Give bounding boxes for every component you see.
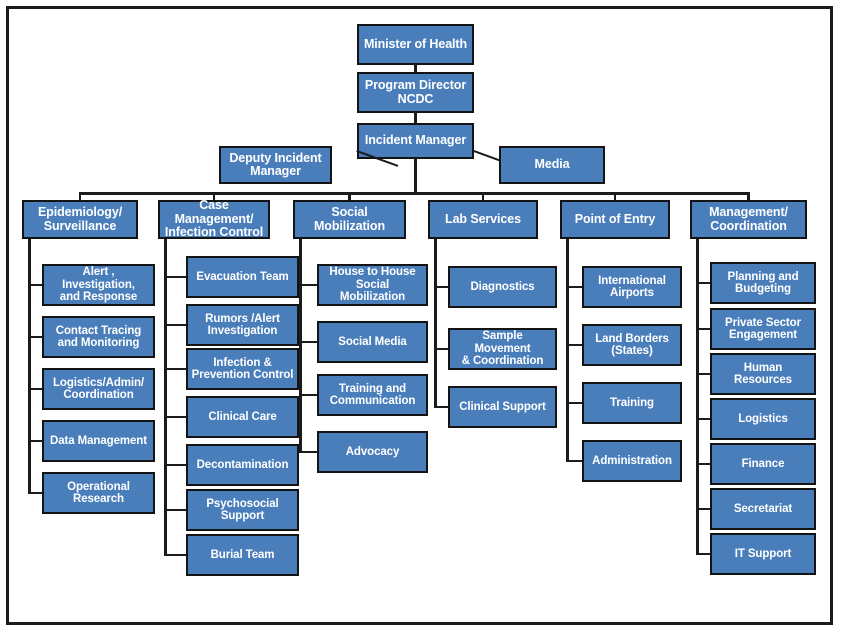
connector-point-of-entry-child-0	[566, 285, 582, 289]
connector-social-mobilization-child-2	[299, 393, 317, 397]
node-department-case-management-infection-control: Case Management/ Infection Control	[158, 199, 270, 239]
node-minister-of-health: Minister of Health	[357, 24, 474, 65]
connector-department-bus	[80, 192, 749, 195]
node-case-management-infection-control-child-6: Burial Team	[186, 534, 299, 576]
connector-bus-to-point-of-entry	[613, 192, 617, 200]
spine-management-coordination	[696, 239, 699, 554]
connector-epidemiology-surveillance-child-2	[28, 387, 42, 391]
connector-case-management-infection-control-child-1	[164, 323, 186, 327]
node-management-coordination-child-5: Secretariat	[710, 488, 816, 530]
node-epidemiology-surveillance-child-1: Contact Tracing and Monitoring	[42, 316, 155, 358]
connector-point-of-entry-child-1	[566, 343, 582, 347]
connector-epidemiology-surveillance-child-3	[28, 439, 42, 443]
node-management-coordination-child-1: Private Sector Engagement	[710, 308, 816, 350]
connector-case-management-infection-control-child-0	[164, 275, 186, 279]
connector-case-management-infection-control-child-3	[164, 415, 186, 419]
node-management-coordination-child-6: IT Support	[710, 533, 816, 575]
connector-case-management-infection-control-child-2	[164, 367, 186, 371]
connector-epidemiology-surveillance-child-4	[28, 491, 42, 495]
connector-bus-to-management-coordination	[747, 192, 750, 200]
connector-bus-to-social-mobilization	[348, 192, 351, 200]
connector-lab-services-child-2	[434, 405, 448, 409]
node-epidemiology-surveillance-child-4: Operational Research	[42, 472, 155, 514]
connector-point-of-entry-child-2	[566, 401, 582, 405]
connector-social-mobilization-child-3	[299, 450, 317, 454]
node-management-coordination-child-2: Human Resources	[710, 353, 816, 395]
node-management-coordination-child-4: Finance	[710, 443, 816, 485]
connector-management-coordination-child-4	[696, 462, 710, 466]
node-department-management-coordination: Management/ Coordination	[690, 200, 807, 239]
node-social-mobilization-child-0: House to House Social Mobilization	[317, 264, 428, 306]
node-lab-services-child-0: Diagnostics	[448, 266, 557, 308]
node-lab-services-child-2: Clinical Support	[448, 386, 557, 428]
connector-lab-services-child-1	[434, 347, 448, 351]
node-case-management-infection-control-child-4: Decontamination	[186, 444, 299, 486]
node-point-of-entry-child-2: Training	[582, 382, 682, 424]
node-management-coordination-child-3: Logistics	[710, 398, 816, 440]
node-case-management-infection-control-child-5: Psychosocial Support	[186, 489, 299, 531]
org-chart-figure: Minister of Health Program Director NCDC…	[0, 0, 841, 633]
connector-management-coordination-child-5	[696, 507, 710, 511]
connector-social-mobilization-child-0	[299, 283, 317, 287]
connector-management-coordination-child-2	[696, 372, 710, 376]
node-case-management-infection-control-child-1: Rumors /Alert Investigation	[186, 304, 299, 346]
connector-point-of-entry-child-3	[566, 459, 582, 463]
node-media: Media	[499, 146, 605, 184]
connector-case-management-infection-control-child-6	[164, 553, 186, 557]
node-point-of-entry-child-3: Administration	[582, 440, 682, 482]
node-case-management-infection-control-child-3: Clinical Care	[186, 396, 299, 438]
node-social-mobilization-child-3: Advocacy	[317, 431, 428, 473]
connector-management-coordination-child-0	[696, 281, 710, 285]
spine-point-of-entry	[566, 239, 569, 461]
connector-bus-to-epidemiology-surveillance	[78, 192, 82, 200]
connector-case-management-infection-control-child-4	[164, 463, 186, 467]
connector-epidemiology-surveillance-child-0	[28, 283, 42, 287]
node-management-coordination-child-0: Planning and Budgeting	[710, 262, 816, 304]
spine-social-mobilization	[299, 239, 302, 452]
node-program-director-ncdc: Program Director NCDC	[357, 72, 474, 113]
node-deputy-incident-manager: Deputy Incident Manager	[219, 146, 332, 184]
connector-management-coordination-child-1	[696, 327, 710, 331]
connector-bus-to-lab-services	[481, 192, 485, 200]
node-social-mobilization-child-2: Training and Communication	[317, 374, 428, 416]
node-point-of-entry-child-1: Land Borders (States)	[582, 324, 682, 366]
node-department-lab-services: Lab Services	[428, 200, 538, 239]
node-epidemiology-surveillance-child-0: Alert , Investigation, and Response	[42, 264, 155, 306]
node-social-mobilization-child-1: Social Media	[317, 321, 428, 363]
node-epidemiology-surveillance-child-2: Logistics/Admin/ Coordination	[42, 368, 155, 410]
node-epidemiology-surveillance-child-3: Data Management	[42, 420, 155, 462]
node-department-point-of-entry: Point of Entry	[560, 200, 670, 239]
node-incident-manager: Incident Manager	[357, 123, 474, 159]
connector-incident-manager-to-bus	[414, 158, 417, 193]
node-department-epidemiology-surveillance: Epidemiology/ Surveillance	[22, 200, 138, 239]
node-lab-services-child-1: Sample Movement & Coordination	[448, 328, 557, 370]
spine-epidemiology-surveillance	[28, 239, 31, 493]
node-point-of-entry-child-0: International Airports	[582, 266, 682, 308]
node-case-management-infection-control-child-0: Evacuation Team	[186, 256, 299, 298]
node-department-social-mobilization: Social Mobilization	[293, 200, 406, 239]
spine-lab-services	[434, 239, 437, 407]
connector-case-management-infection-control-child-5	[164, 508, 186, 512]
node-case-management-infection-control-child-2: Infection & Prevention Control	[186, 348, 299, 390]
connector-management-coordination-child-3	[696, 417, 710, 421]
spine-case-management-infection-control	[164, 239, 167, 555]
connector-social-mobilization-child-1	[299, 340, 317, 344]
connector-lab-services-child-0	[434, 285, 448, 289]
connector-management-coordination-child-6	[696, 552, 710, 556]
connector-epidemiology-surveillance-child-1	[28, 335, 42, 339]
